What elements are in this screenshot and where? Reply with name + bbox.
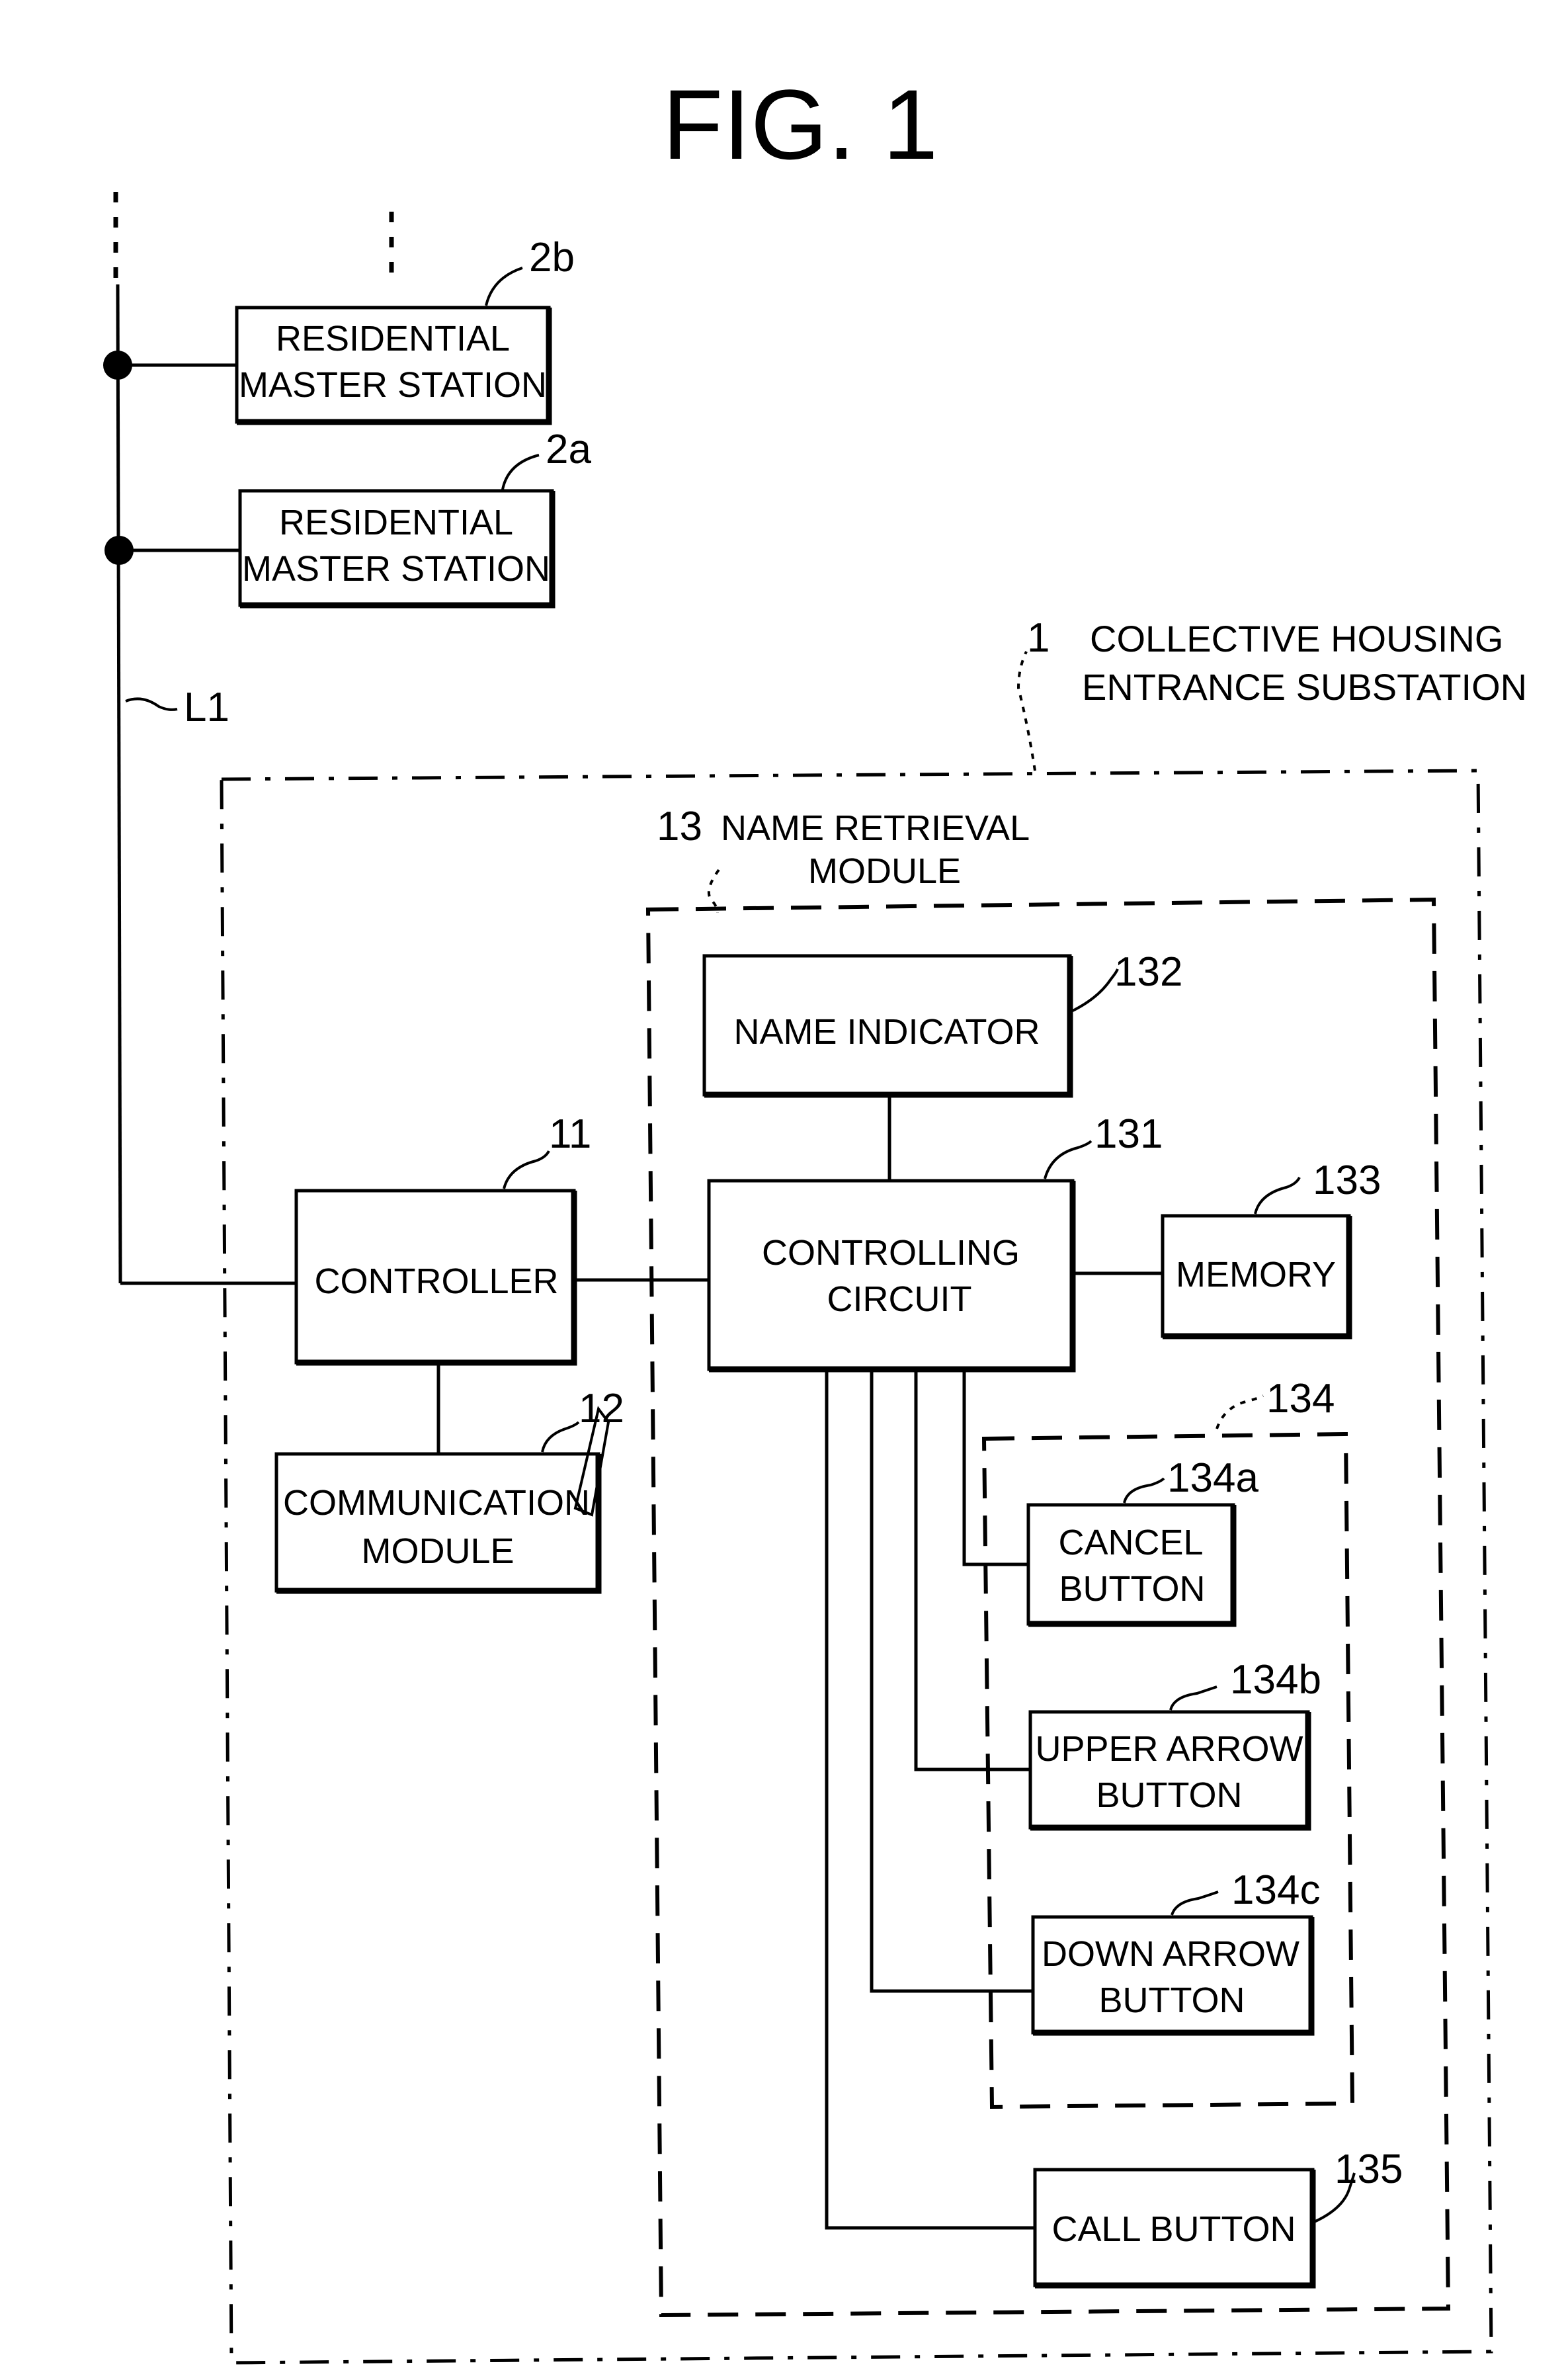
controlling-circuit: CONTROLLING CIRCUIT 131: [707, 1111, 1163, 1373]
name-retrieval-label-line1: NAME RETRIEVAL: [721, 808, 1030, 848]
cancel-button: CANCEL BUTTON 134a: [1026, 1455, 1258, 1627]
block-label: DOWN ARROW: [1042, 1934, 1299, 1974]
upper-arrow-button: UPPER ARROW BUTTON 134b: [1028, 1657, 1321, 1831]
ref-12: 12: [579, 1386, 624, 1431]
controller: CONTROLLER 11: [294, 1111, 591, 1366]
block-label: COMMUNICATION: [283, 1483, 590, 1523]
memory: MEMORY 133: [1161, 1158, 1381, 1339]
button-wires: [825, 1369, 1035, 2230]
ref-131: 131: [1094, 1111, 1163, 1157]
block-label: CONTROLLING: [762, 1233, 1020, 1273]
down-arrow-button: DOWN ARROW BUTTON 134c: [1031, 1867, 1320, 2036]
block-label: CONTROLLER: [314, 1261, 558, 1301]
block-label: UPPER ARROW: [1035, 1729, 1303, 1769]
ref-1: 1: [1027, 615, 1050, 661]
call-button: CALL BUTTON 135: [1033, 2146, 1403, 2289]
ref-132: 132: [1114, 949, 1182, 995]
ref-134a: 134a: [1167, 1455, 1258, 1501]
block-label: MEMORY: [1176, 1255, 1336, 1295]
ref-135: 135: [1335, 2146, 1403, 2192]
ref-2a: 2a: [546, 427, 591, 472]
block-diagram: FIG. 1 L1 RESIDENTIAL MASTER STATION 2b …: [103, 69, 1527, 2365]
block-label: CALL BUTTON: [1051, 2209, 1296, 2249]
block-label: RESIDENTIAL: [279, 503, 513, 542]
name-retrieval-label-line2: MODULE: [808, 851, 961, 891]
block-label: BUTTON: [1059, 1569, 1205, 1609]
name-indicator: NAME INDICATOR 132: [702, 949, 1182, 1098]
figure-title: FIG. 1: [663, 69, 938, 180]
block-label: MODULE: [361, 1531, 514, 1571]
ref-133: 133: [1313, 1158, 1381, 1203]
ref-13: 13: [657, 804, 702, 849]
residential-master-station-2a: RESIDENTIAL MASTER STATION 2a: [238, 427, 591, 609]
block-label: BUTTON: [1096, 1775, 1242, 1815]
block-label: MASTER STATION: [239, 365, 547, 405]
block-label: RESIDENTIAL: [276, 319, 510, 359]
substation-label-line1: COLLECTIVE HOUSING: [1090, 618, 1503, 659]
block-label: CANCEL: [1058, 1523, 1203, 1562]
ref-2b: 2b: [529, 235, 575, 280]
ref-134: 134: [1266, 1376, 1335, 1422]
ref-11: 11: [549, 1111, 591, 1157]
block-label: CIRCUIT: [827, 1279, 972, 1319]
substation-label-line2: ENTRANCE SUBSTATION: [1082, 666, 1527, 708]
block-label: NAME INDICATOR: [733, 1012, 1040, 1052]
residential-master-station-2b: RESIDENTIAL MASTER STATION 2b: [235, 235, 575, 425]
block-label: BUTTON: [1098, 1980, 1245, 2020]
ref-134b: 134b: [1230, 1657, 1321, 1703]
communication-module: COMMUNICATION MODULE 12: [274, 1386, 624, 1594]
ref-134c: 134c: [1231, 1867, 1320, 1913]
block-label: MASTER STATION: [242, 549, 550, 589]
bus-label-l1: L1: [184, 685, 229, 730]
